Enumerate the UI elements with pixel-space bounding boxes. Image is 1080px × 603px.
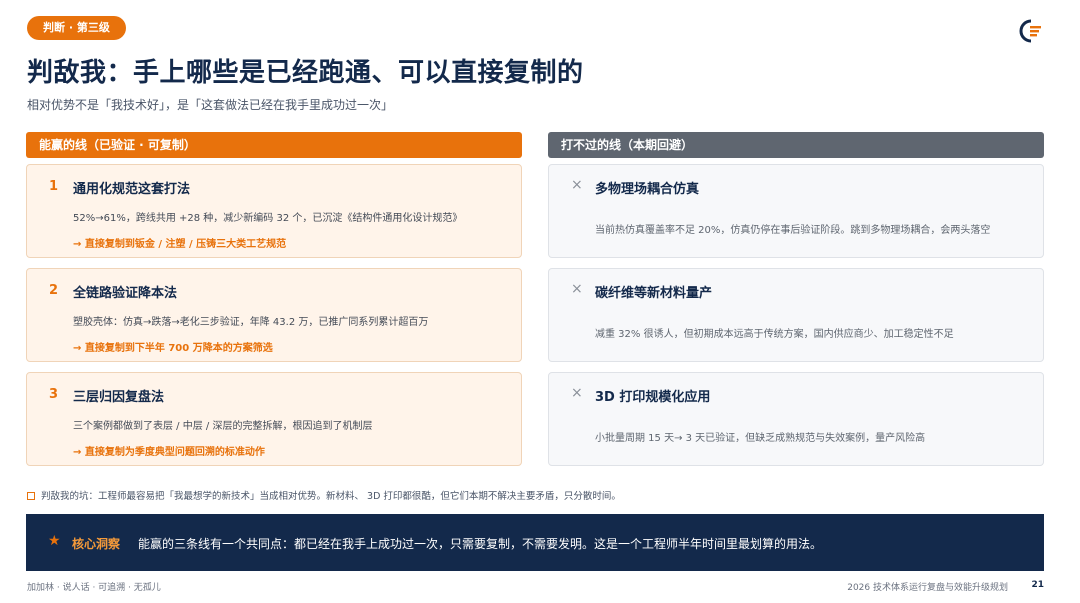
card-action: → 直接复制为季度典型问题回溯的标准动作 — [73, 447, 265, 458]
footer-left: 加加林 · 说人话 · 可追溯 · 无孤儿 — [27, 583, 161, 593]
cross-icon: × — [571, 281, 583, 297]
avoid-card: × 3D 打印规模化应用 小批量周期 15 天→ 3 天已验证，但缺乏成熟规范与… — [548, 372, 1044, 466]
pitfall-note: 判敌我的坑：工程师最容易把「我最想学的新技术」当成相对优势。新材料、 3D 打印… — [27, 488, 621, 502]
square-bullet-icon — [27, 492, 35, 500]
card-title: 三层归因复盘法 — [73, 390, 165, 405]
avoid-card: × 多物理场耦合仿真 当前热仿真覆盖率不足 20%，仿真仍停在事后验证阶段。跳到… — [548, 164, 1044, 258]
win-card: 2 全链路验证降本法 塑胶壳体：仿真→跌落→老化三步验证，年降 43.2 万，已… — [26, 268, 522, 362]
card-number: 3 — [49, 387, 59, 402]
insight-text: 能赢的三条线有一个共同点：都已经在我手上成功过一次，只需要复制，不需要发明。这是… — [138, 537, 823, 551]
lose-column: 打不过的线（本期回避） × 多物理场耦合仿真 当前热仿真覆盖率不足 20%，仿真… — [548, 132, 1044, 466]
footer-right: 2026 技术体系运行复盘与效能升级规划 — [847, 583, 1008, 593]
section-tag: 判断 · 第三级 — [27, 16, 126, 40]
card-title: 碳纤维等新材料量产 — [595, 286, 713, 301]
page-subtitle: 相对优势不是「我技术好」，是「这套做法已经在我手里成功过一次」 — [27, 98, 394, 112]
win-card: 3 三层归因复盘法 三个案例都做到了表层 / 中层 / 深层的完整拆解，根因追到… — [26, 372, 522, 466]
card-title: 通用化规范这套打法 — [73, 182, 191, 197]
card-description: 小批量周期 15 天→ 3 天已验证，但缺乏成熟规范与失效案例，量产风险高 — [595, 433, 926, 444]
card-title: 3D 打印规模化应用 — [595, 390, 711, 405]
pitfall-note-text: 判敌我的坑：工程师最容易把「我最想学的新技术」当成相对优势。新材料、 3D 打印… — [41, 491, 621, 502]
card-description: 减重 32% 很诱人，但初期成本远高于传统方案，国内供应商少、加工稳定性不足 — [595, 329, 954, 340]
page-number: 21 — [1031, 580, 1044, 590]
star-icon: ★ — [48, 533, 61, 549]
page-title: 判敌我：手上哪些是已经跑通、可以直接复制的 — [27, 58, 584, 88]
card-action: → 直接复制到钣金 / 注塑 / 压铸三大类工艺规范 — [73, 239, 287, 250]
card-description: 三个案例都做到了表层 / 中层 / 深层的完整拆解，根因追到了机制层 — [73, 421, 373, 432]
card-description: 塑胶壳体：仿真→跌落→老化三步验证，年降 43.2 万，已推广同系列累计超百万 — [73, 317, 429, 328]
win-column-heading: 能赢的线（已验证 · 可复制） — [26, 132, 522, 158]
card-title: 全链路验证降本法 — [73, 286, 178, 301]
win-card: 1 通用化规范这套打法 52%→61%，跨线共用 +28 种，减少新编码 32 … — [26, 164, 522, 258]
logo-icon — [1019, 19, 1041, 43]
win-column: 能赢的线（已验证 · 可复制） 1 通用化规范这套打法 52%→61%，跨线共用… — [26, 132, 522, 466]
lose-column-heading: 打不过的线（本期回避） — [548, 132, 1044, 158]
card-description: 当前热仿真覆盖率不足 20%，仿真仍停在事后验证阶段。跳到多物理场耦合，会两头落… — [595, 225, 991, 236]
card-action: → 直接复制到下半年 700 万降本的方案筛选 — [73, 343, 273, 354]
insight-banner: ★ 核心洞察 能赢的三条线有一个共同点：都已经在我手上成功过一次，只需要复制，不… — [26, 514, 1044, 571]
card-title: 多物理场耦合仿真 — [595, 182, 700, 197]
card-number: 2 — [49, 283, 59, 298]
avoid-card: × 碳纤维等新材料量产 减重 32% 很诱人，但初期成本远高于传统方案，国内供应… — [548, 268, 1044, 362]
card-number: 1 — [49, 179, 59, 194]
card-description: 52%→61%，跨线共用 +28 种，减少新编码 32 个，已沉淀《结构件通用化… — [73, 213, 463, 224]
cross-icon: × — [571, 177, 583, 193]
insight-label: 核心洞察 — [72, 537, 121, 551]
cross-icon: × — [571, 385, 583, 401]
